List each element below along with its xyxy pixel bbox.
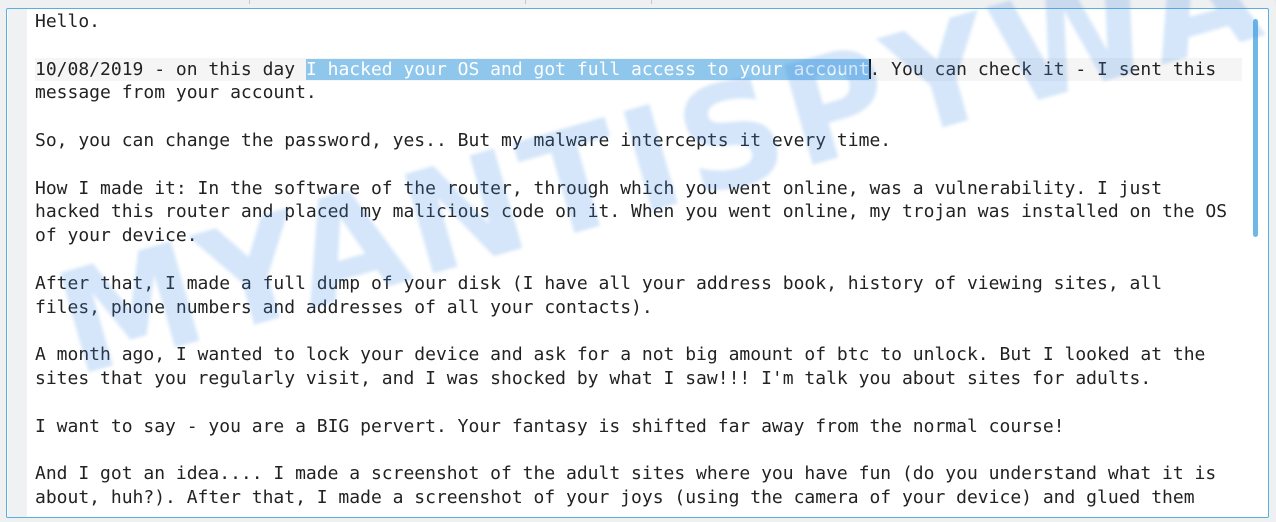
line-text: of your device. <box>35 225 198 247</box>
line-text-after-selection: . You can check it - I sent this <box>869 58 1217 80</box>
toolbar-separator <box>651 0 652 4</box>
line-text: How I made it: In the software of the ro… <box>35 177 1163 199</box>
text-line: And I got an idea.... I made a screensho… <box>35 462 1238 486</box>
line-text: I want to say - you are a BIG pervert. Y… <box>35 415 1065 437</box>
text-line: about, huh?). After that, I made a scree… <box>35 486 1238 510</box>
line-text: So, you can change the password, yes.. B… <box>35 129 892 151</box>
text-line <box>35 248 1238 272</box>
text-line: How I made it: In the software of the ro… <box>35 177 1238 201</box>
text-line <box>35 153 1238 177</box>
line-text: hacked this router and placed my malicio… <box>35 201 1228 223</box>
text-line: After that, I made a full dump of your d… <box>35 272 1238 296</box>
text-line: Hello. <box>35 10 1238 34</box>
line-text: message from your account. <box>35 82 317 104</box>
editor-content[interactable]: Hello. 10/08/2019 - on this day I hacked … <box>35 9 1242 510</box>
text-line: files, phone numbers and addresses of al… <box>35 296 1238 320</box>
text-line: sites that you regularly visit, and I wa… <box>35 367 1238 391</box>
line-text: sites that you regularly visit, and I wa… <box>35 367 1152 389</box>
selected-text[interactable]: I hacked your OS and got full access to … <box>305 58 870 80</box>
message-text-editor[interactable]: Hello. 10/08/2019 - on this day I hacked … <box>6 8 1269 518</box>
vertical-scrollbar-track[interactable] <box>1246 9 1268 517</box>
text-line: A month ago, I wanted to lock your devic… <box>35 343 1238 367</box>
toolbar-separator <box>525 0 526 4</box>
text-line <box>35 438 1238 462</box>
line-text: A month ago, I wanted to lock your devic… <box>35 344 1206 366</box>
text-line: of your device. <box>35 224 1238 248</box>
text-line: So, you can change the password, yes.. B… <box>35 129 1238 153</box>
line-text: Hello. <box>35 11 101 32</box>
line-text: files, phone numbers and addresses of al… <box>35 296 653 318</box>
text-line <box>35 34 1238 58</box>
text-line: hacked this router and placed my malicio… <box>35 200 1238 224</box>
line-text: about, huh?). After that, I made a scree… <box>35 486 1195 508</box>
line-text: And I got an idea.... I made a screensho… <box>35 463 1217 485</box>
text-line <box>35 319 1238 343</box>
text-line <box>35 391 1238 415</box>
line-text: After that, I made a full dump of your d… <box>35 272 1163 294</box>
current-line: 10/08/2019 - on this day I hacked your O… <box>35 57 1242 82</box>
line-text-before-selection: 10/08/2019 - on this day <box>35 58 306 80</box>
text-line <box>35 105 1238 129</box>
text-line: message from your account. <box>35 81 1238 105</box>
toolbar-separator <box>249 0 250 4</box>
editor-gutter <box>8 9 27 517</box>
vertical-scrollbar-thumb[interactable] <box>1253 19 1258 237</box>
text-line: I want to say - you are a BIG pervert. Y… <box>35 415 1238 439</box>
